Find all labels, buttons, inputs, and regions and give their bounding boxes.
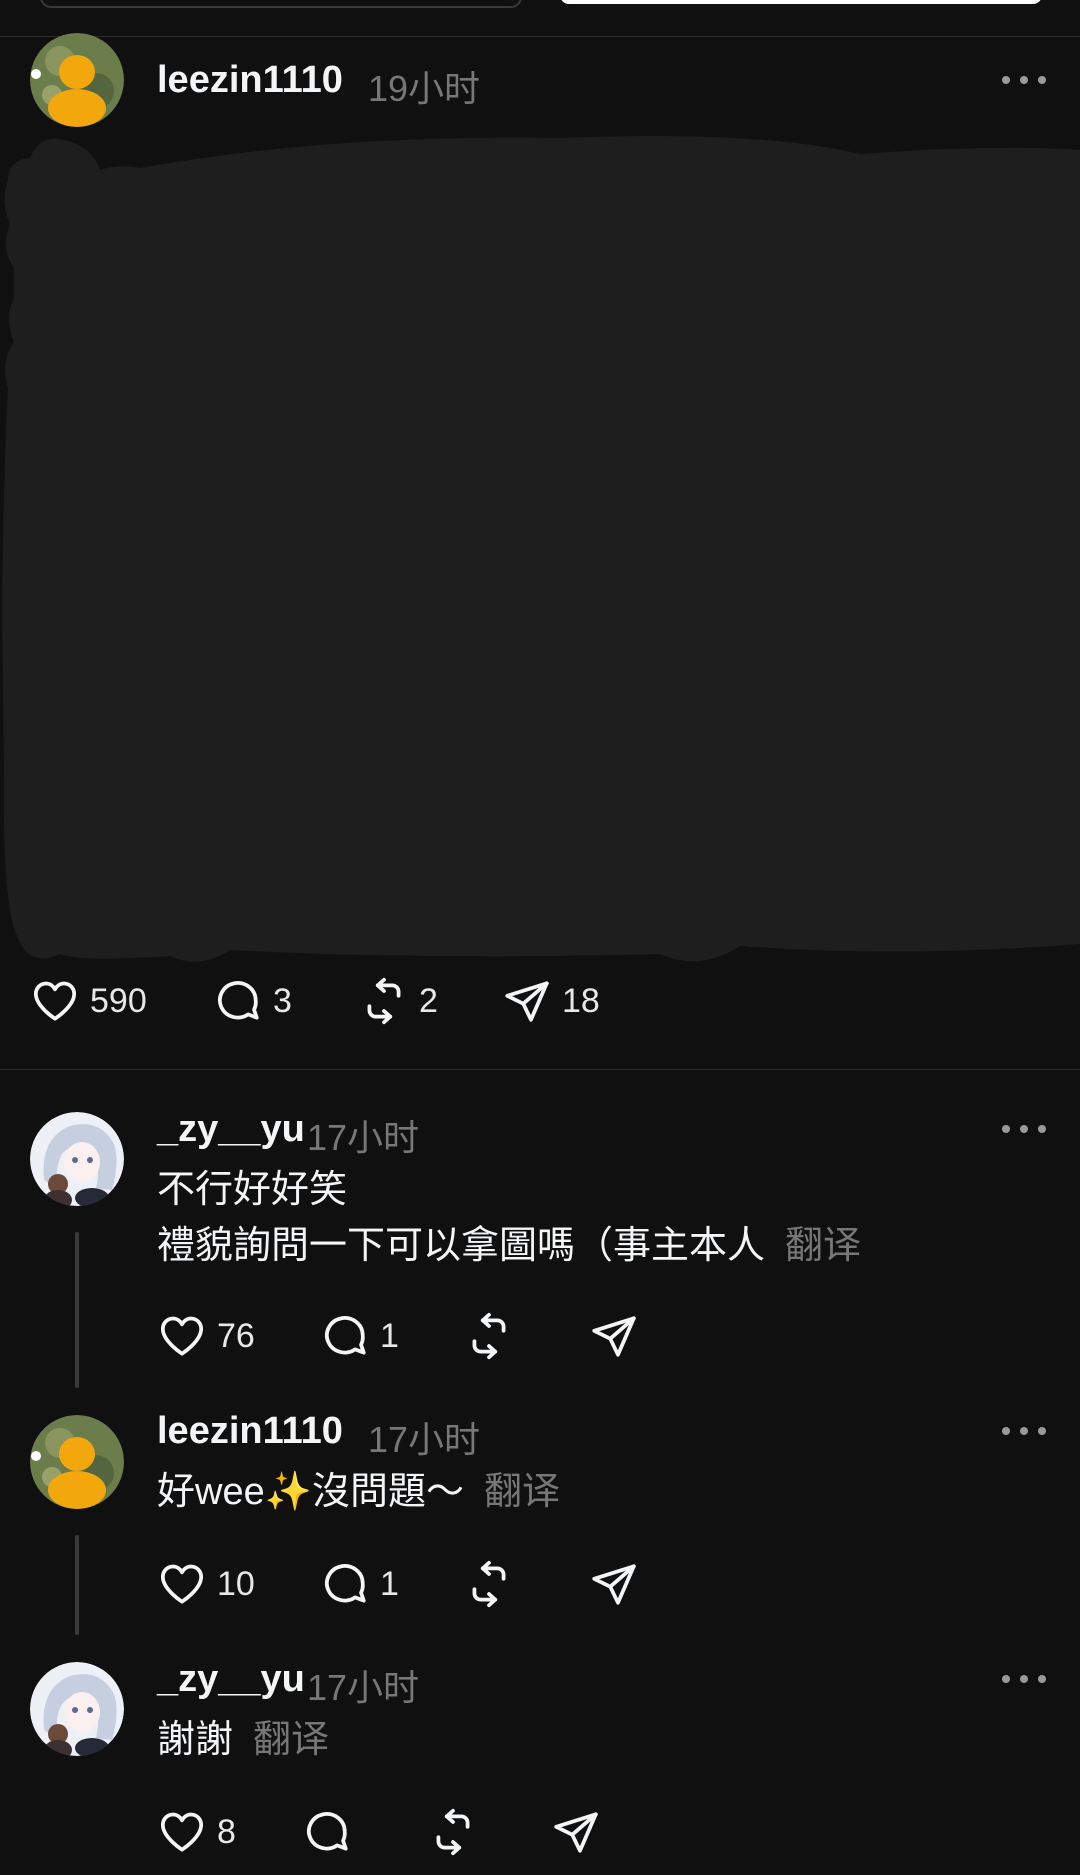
avatar[interactable]: [30, 1415, 124, 1509]
reply-text-line: 謝謝 翻译: [157, 1712, 329, 1769]
avatar[interactable]: [30, 1662, 124, 1756]
reply-time: 17小时: [307, 1117, 420, 1158]
reply-text-line: 不行好好笑: [157, 1169, 348, 1211]
like-button[interactable]: 590: [30, 976, 147, 1026]
repost-icon: [428, 1807, 478, 1857]
translate-link[interactable]: 翻译: [785, 1225, 861, 1267]
repost-button[interactable]: 2: [359, 976, 438, 1026]
comment-icon: [320, 1311, 370, 1361]
reply-username[interactable]: _zy__yu: [157, 1658, 305, 1701]
post-username[interactable]: leezin1110: [157, 59, 343, 102]
comment-icon: [302, 1807, 352, 1857]
thread-line: [75, 1535, 79, 1635]
heart-icon: [157, 1311, 207, 1361]
more-options-icon[interactable]: [1002, 1421, 1046, 1441]
repost-icon: [464, 1559, 514, 1609]
heart-icon: [30, 976, 80, 1026]
reply-text: 禮貌詢問一下可以拿圖嗎（事主本人: [157, 1225, 766, 1267]
more-options-icon[interactable]: [1002, 1669, 1046, 1689]
share-button[interactable]: 18: [502, 976, 600, 1026]
redacted-post-media[interactable]: [0, 128, 1080, 964]
like-button[interactable]: 8: [157, 1807, 236, 1857]
more-options-icon[interactable]: [1002, 70, 1046, 90]
avatar[interactable]: [30, 1112, 124, 1206]
like-count: 590: [90, 981, 147, 1020]
header-button-edge: [560, 0, 1042, 4]
reply-text-line: 禮貌詢問一下可以拿圖嗎（事主本人 翻译: [157, 1218, 861, 1275]
reply-text-line: 好wee✨沒問題～ 翻译: [157, 1464, 560, 1521]
like-count: 10: [217, 1564, 255, 1603]
share-count: 18: [562, 981, 600, 1020]
avatar-anime-image: [30, 1662, 124, 1756]
more-options-icon[interactable]: [1002, 1119, 1046, 1139]
like-button[interactable]: 10: [157, 1559, 255, 1609]
repost-icon: [464, 1311, 514, 1361]
reply-time: 17小时: [307, 1667, 420, 1708]
reply-username[interactable]: _zy__yu: [157, 1108, 305, 1151]
share-button[interactable]: [589, 1311, 639, 1361]
thread-line: [75, 1232, 79, 1388]
like-button[interactable]: 76: [157, 1311, 255, 1361]
comment-count: 3: [273, 981, 292, 1020]
share-button[interactable]: [589, 1559, 639, 1609]
comment-button[interactable]: 1: [320, 1559, 399, 1609]
repost-button[interactable]: [464, 1559, 514, 1609]
avatar-yolk-image: [30, 33, 124, 127]
repost-button[interactable]: [428, 1807, 478, 1857]
reply-time: 17小时: [368, 1419, 481, 1460]
like-count: 8: [217, 1812, 236, 1851]
translate-link[interactable]: 翻译: [484, 1471, 560, 1513]
translate-link[interactable]: 翻译: [253, 1719, 329, 1761]
divider: [0, 36, 1080, 37]
divider: [0, 1069, 1080, 1070]
post-time: 19小时: [368, 68, 481, 109]
comment-button[interactable]: [302, 1807, 352, 1857]
comment-button[interactable]: 1: [320, 1311, 399, 1361]
reply-text: 好wee✨沒問題～: [157, 1471, 465, 1513]
send-icon: [589, 1311, 639, 1361]
send-icon: [502, 976, 552, 1026]
comment-count: 1: [380, 1564, 399, 1603]
comment-count: 1: [380, 1316, 399, 1355]
comment-icon: [213, 976, 263, 1026]
send-icon: [551, 1807, 601, 1857]
avatar-yolk-image: [30, 1415, 124, 1509]
send-icon: [589, 1559, 639, 1609]
avatar-anime-image: [30, 1112, 124, 1206]
heart-icon: [157, 1559, 207, 1609]
repost-button[interactable]: [464, 1311, 514, 1361]
reply-username[interactable]: leezin1110: [157, 1410, 343, 1453]
reply-text: 謝謝: [157, 1719, 234, 1761]
comment-button[interactable]: 3: [213, 976, 292, 1026]
search-bar-edge: [40, 0, 522, 8]
share-button[interactable]: [551, 1807, 601, 1857]
avatar[interactable]: [30, 33, 124, 127]
like-count: 76: [217, 1316, 255, 1355]
heart-icon: [157, 1807, 207, 1857]
comment-icon: [320, 1559, 370, 1609]
repost-icon: [359, 976, 409, 1026]
repost-count: 2: [419, 981, 438, 1020]
